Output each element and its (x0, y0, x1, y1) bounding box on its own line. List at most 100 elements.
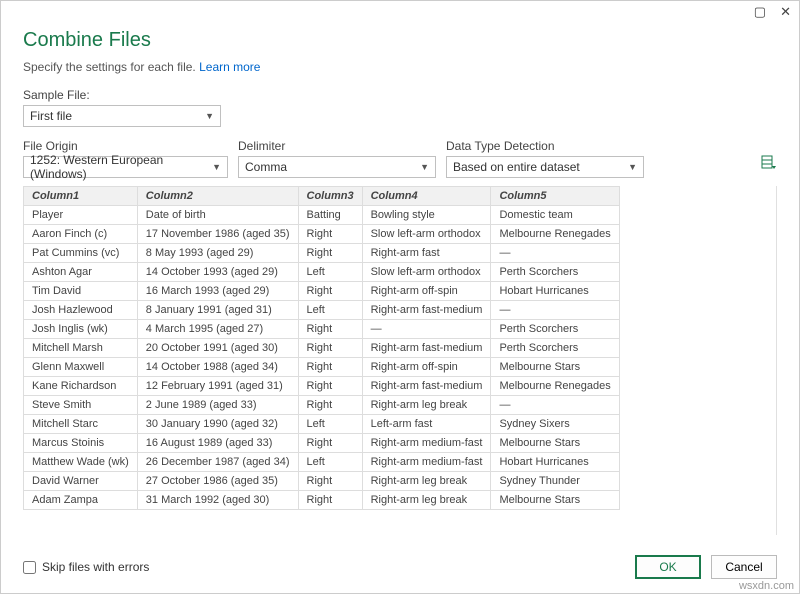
delimiter-value: Comma (245, 160, 287, 174)
skip-errors-checkbox[interactable] (23, 561, 36, 574)
cell: Adam Zampa (24, 491, 138, 510)
table-row[interactable]: Steve Smith2 June 1989 (aged 33)RightRig… (24, 396, 620, 415)
cell: Right-arm off-spin (362, 282, 491, 301)
skip-errors-field[interactable]: Skip files with errors (23, 560, 149, 574)
chevron-down-icon: ▼ (205, 111, 214, 121)
cell: Left (298, 263, 362, 282)
cell: Left (298, 301, 362, 320)
cell: Right-arm medium-fast (362, 453, 491, 472)
column-header[interactable]: Column3 (298, 187, 362, 206)
subtitle-text: Specify the settings for each file. (23, 60, 199, 74)
cell: Right (298, 358, 362, 377)
table-row[interactable]: Pat Cummins (vc)8 May 1993 (aged 29)Righ… (24, 244, 620, 263)
cell: Left (298, 453, 362, 472)
chevron-down-icon: ▼ (420, 162, 429, 172)
cell: Right (298, 434, 362, 453)
cell: Mitchell Marsh (24, 339, 138, 358)
table-row[interactable]: Josh Inglis (wk)4 March 1995 (aged 27)Ri… (24, 320, 620, 339)
file-origin-dropdown[interactable]: 1252: Western European (Windows) ▼ (23, 156, 228, 178)
column-header[interactable]: Column2 (137, 187, 298, 206)
cell: Right (298, 377, 362, 396)
cell: 20 October 1991 (aged 30) (137, 339, 298, 358)
data-type-field: Data Type Detection Based on entire data… (446, 139, 644, 178)
watermark: wsxdn.com (739, 580, 794, 592)
data-type-value: Based on entire dataset (453, 160, 580, 174)
cell: Right-arm leg break (362, 491, 491, 510)
data-type-label: Data Type Detection (446, 139, 644, 153)
learn-more-link[interactable]: Learn more (199, 60, 260, 74)
cell: Marcus Stoinis (24, 434, 138, 453)
table-row[interactable]: Mitchell Marsh20 October 1991 (aged 30) R… (24, 339, 620, 358)
table-row[interactable]: PlayerDate of birthBattingBowling styleD… (24, 206, 620, 225)
close-icon[interactable]: ✕ (780, 4, 791, 20)
cell: — (491, 301, 619, 320)
delimiter-label: Delimiter (238, 139, 436, 153)
dialog-footer: Skip files with errors OK Cancel (1, 545, 799, 593)
cell: Bowling style (362, 206, 491, 225)
cell: Mitchell Starc (24, 415, 138, 434)
delimiter-field: Delimiter Comma ▼ (238, 139, 436, 178)
table-row[interactable]: Mitchell Starc30 January 1990 (aged 32)L… (24, 415, 620, 434)
table-row[interactable]: Tim David16 March 1993 (aged 29)RightRig… (24, 282, 620, 301)
cell: Date of birth (137, 206, 298, 225)
cell: 16 August 1989 (aged 33) (137, 434, 298, 453)
cell: Domestic team (491, 206, 619, 225)
column-header[interactable]: Column4 (362, 187, 491, 206)
cell: 31 March 1992 (aged 30) (137, 491, 298, 510)
table-row[interactable]: Ashton Agar14 October 1993 (aged 29)Left… (24, 263, 620, 282)
file-origin-field: File Origin 1252: Western European (Wind… (23, 139, 228, 178)
sample-file-dropdown[interactable]: First file ▼ (23, 105, 221, 127)
delimiter-dropdown[interactable]: Comma ▼ (238, 156, 436, 178)
cell: Slow left-arm orthodox (362, 225, 491, 244)
cell: Steve Smith (24, 396, 138, 415)
cell: Aaron Finch (c) (24, 225, 138, 244)
table-row[interactable]: Glenn Maxwell14 October 1988 (aged 34)Ri… (24, 358, 620, 377)
table-row[interactable]: Josh Hazlewood8 January 1991 (aged 31)Le… (24, 301, 620, 320)
table-row[interactable]: Adam Zampa31 March 1992 (aged 30)RightRi… (24, 491, 620, 510)
cell: Right (298, 320, 362, 339)
cell: 8 May 1993 (aged 29) (137, 244, 298, 263)
cell: — (491, 244, 619, 263)
cell: Player (24, 206, 138, 225)
data-type-dropdown[interactable]: Based on entire dataset ▼ (446, 156, 644, 178)
ok-button[interactable]: OK (635, 555, 701, 579)
cell: 27 October 1986 (aged 35) (137, 472, 298, 491)
page-title: Combine Files (23, 29, 777, 52)
cell: Melbourne Renegades (491, 377, 619, 396)
table-row[interactable]: Matthew Wade (wk)26 December 1987 (aged … (24, 453, 620, 472)
cell: Perth Scorchers (491, 263, 619, 282)
cell: Batting (298, 206, 362, 225)
cell: Right (298, 472, 362, 491)
extract-table-icon[interactable] (761, 155, 777, 178)
subtitle: Specify the settings for each file. Lear… (23, 60, 777, 74)
chevron-down-icon: ▼ (628, 162, 637, 172)
cell: Left (298, 415, 362, 434)
cell: Matthew Wade (wk) (24, 453, 138, 472)
table-row[interactable]: Marcus Stoinis16 August 1989 (aged 33)Ri… (24, 434, 620, 453)
table-row[interactable]: Kane Richardson12 February 1991 (aged 31… (24, 377, 620, 396)
cell: — (362, 320, 491, 339)
cell: Right (298, 225, 362, 244)
cell: Melbourne Renegades (491, 225, 619, 244)
maximize-icon[interactable]: ▢ (754, 4, 766, 20)
cell: Right-arm fast (362, 244, 491, 263)
cell: David Warner (24, 472, 138, 491)
column-header[interactable]: Column5 (491, 187, 619, 206)
cancel-button[interactable]: Cancel (711, 555, 777, 579)
cell: Right-arm off-spin (362, 358, 491, 377)
cell: Hobart Hurricanes (491, 453, 619, 472)
cell: Perth Scorchers (491, 339, 619, 358)
cell: Josh Hazlewood (24, 301, 138, 320)
cell: Right-arm fast-medium (362, 339, 491, 358)
preview-table-wrap[interactable]: Column1Column2Column3Column4Column5 Play… (23, 186, 777, 535)
cell: Kane Richardson (24, 377, 138, 396)
cell: 26 December 1987 (aged 34) (137, 453, 298, 472)
column-header[interactable]: Column1 (24, 187, 138, 206)
table-row[interactable]: Aaron Finch (c)17 November 1986 (aged 35… (24, 225, 620, 244)
dialog-content: Combine Files Specify the settings for e… (1, 23, 799, 545)
skip-errors-label: Skip files with errors (42, 560, 149, 574)
table-row[interactable]: David Warner27 October 1986 (aged 35)Rig… (24, 472, 620, 491)
cell: Hobart Hurricanes (491, 282, 619, 301)
cell: Right (298, 491, 362, 510)
cell: Right-arm medium-fast (362, 434, 491, 453)
